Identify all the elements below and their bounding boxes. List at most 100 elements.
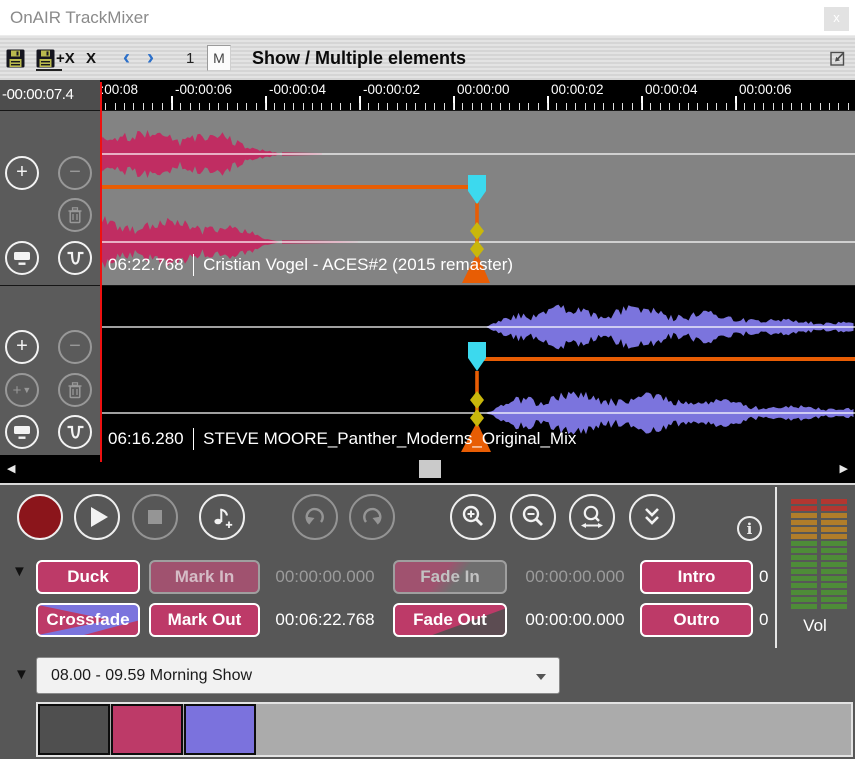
fade-out-button[interactable]: Fade Out [393, 603, 507, 637]
meter-bar [821, 513, 847, 518]
intro-button[interactable]: Intro [640, 560, 753, 594]
track-delete-button[interactable] [58, 198, 92, 232]
chevron-right-icon: › [147, 46, 154, 70]
duck-envelope-icon [64, 422, 87, 442]
element-strip [36, 702, 853, 757]
meter-bar [821, 548, 847, 553]
fade-in-button[interactable]: Fade In [393, 560, 507, 594]
save-icon [6, 49, 25, 68]
track-2-label: 06:16.280 STEVE MOORE_Panther_Moderns_Or… [108, 428, 576, 450]
track-duck-button[interactable] [58, 241, 92, 275]
track-layout-button[interactable] [5, 241, 39, 275]
track-add-button[interactable]: + [5, 330, 39, 364]
meter-row [791, 499, 847, 504]
duck-envelope-icon [64, 248, 87, 268]
save-icon [36, 49, 55, 68]
mark-out-button[interactable]: Mark Out [149, 603, 260, 637]
outro-button[interactable]: Outro [640, 603, 753, 637]
scroll-left-button[interactable]: ◀ [7, 455, 15, 483]
mark-in-button[interactable]: Mark In [149, 560, 260, 594]
meter-row [791, 555, 847, 560]
meter-bar [821, 597, 847, 602]
meter-row [791, 569, 847, 574]
redo-button[interactable] [349, 494, 395, 540]
window-close-button[interactable]: x [824, 7, 849, 31]
play-button[interactable] [74, 494, 120, 540]
meter-bar [791, 527, 817, 532]
chevron-left-icon: ‹ [123, 46, 130, 70]
horizontal-scrollbar[interactable]: ◀ ▶ [0, 455, 855, 483]
crossfade-button[interactable]: Crossfade [36, 603, 140, 637]
track-2-duration: 06:16.280 [108, 429, 184, 449]
redo-icon [357, 502, 387, 532]
collapse-button[interactable] [629, 494, 675, 540]
meter-bar [791, 520, 817, 525]
window-title: OnAIR TrackMixer [10, 0, 149, 36]
track-remove-button[interactable]: − [58, 156, 92, 190]
meter-bar [791, 590, 817, 595]
volume-envelope-line[interactable] [100, 185, 477, 189]
next-element-button[interactable]: › [147, 36, 154, 80]
zoom-out-icon [519, 503, 547, 531]
meter-bar [821, 576, 847, 581]
editor-expander[interactable]: ▼ [12, 563, 27, 580]
cancel-button[interactable]: X [86, 36, 96, 80]
element-block[interactable] [184, 704, 256, 755]
double-chevron-down-icon [638, 503, 666, 531]
playlist-selected-value: 08.00 - 09.59 Morning Show [51, 667, 252, 685]
trash-icon [67, 382, 83, 399]
zoom-in-button[interactable] [450, 494, 496, 540]
undo-icon [300, 502, 330, 532]
current-time-display: -00:00:07.4 [0, 80, 100, 110]
prev-element-button[interactable]: ‹ [123, 36, 130, 80]
undo-button[interactable] [292, 494, 338, 540]
playlist-expander[interactable]: ▼ [14, 666, 29, 683]
meter-bar [791, 569, 817, 574]
duck-button[interactable]: Duck [36, 560, 140, 594]
element-block[interactable] [38, 704, 110, 755]
stop-button[interactable] [132, 494, 178, 540]
playhead-line[interactable] [100, 82, 102, 456]
add-audio-button[interactable] [199, 494, 245, 540]
meter-bar [821, 534, 847, 539]
marker-mode-button[interactable]: M [207, 45, 231, 71]
track-duck-button[interactable] [58, 415, 92, 449]
element-block[interactable] [111, 704, 183, 755]
playlist-dropdown[interactable]: 08.00 - 09.59 Morning Show [36, 657, 560, 694]
zoom-out-button[interactable] [510, 494, 556, 540]
stop-icon [148, 510, 162, 524]
track-add-button[interactable]: + [5, 156, 39, 190]
meter-row [791, 590, 847, 595]
accelerator-underline [36, 69, 62, 71]
record-button[interactable] [17, 494, 63, 540]
meter-bar [791, 597, 817, 602]
track-1-label: 06:22.768 Cristian Vogel - ACES#2 (2015 … [108, 254, 513, 276]
track-delete-button[interactable] [58, 373, 92, 407]
chevron-down-icon: ▼ [22, 385, 31, 395]
track-add-dropdown-button[interactable]: +▼ [5, 373, 39, 407]
transport-bar [0, 485, 775, 550]
meter-bar [821, 590, 847, 595]
zoom-range-button[interactable] [569, 494, 615, 540]
info-button[interactable]: i [737, 516, 762, 541]
mark-in-value: 00:00:00.000 [262, 560, 388, 594]
timeline-ruler[interactable]: -00:00:07.4 -00:00:08-00:00:06-00:00:04-… [0, 80, 855, 110]
meter-bar [791, 506, 817, 511]
zoom-range-icon [578, 503, 606, 531]
meter-row [791, 562, 847, 567]
scroll-right-button[interactable]: ▶ [840, 455, 848, 483]
track-remove-button[interactable]: − [58, 330, 92, 364]
track-layout-button[interactable] [5, 415, 39, 449]
onair-trackmixer-window: OnAIR TrackMixer x +X X ‹ › 1 M Show / M… [0, 0, 855, 759]
dock-panel-button[interactable] [828, 36, 847, 80]
meter-row [791, 548, 847, 553]
label-divider [193, 428, 195, 450]
meter-bar [821, 583, 847, 588]
save-and-remove-button[interactable]: +X [36, 36, 75, 80]
meter-row [791, 513, 847, 518]
scrollbar-thumb[interactable] [419, 460, 441, 478]
save-button[interactable] [6, 36, 25, 80]
volume-envelope-line[interactable] [477, 357, 855, 361]
meter-row [791, 604, 847, 609]
meter-row [791, 520, 847, 525]
